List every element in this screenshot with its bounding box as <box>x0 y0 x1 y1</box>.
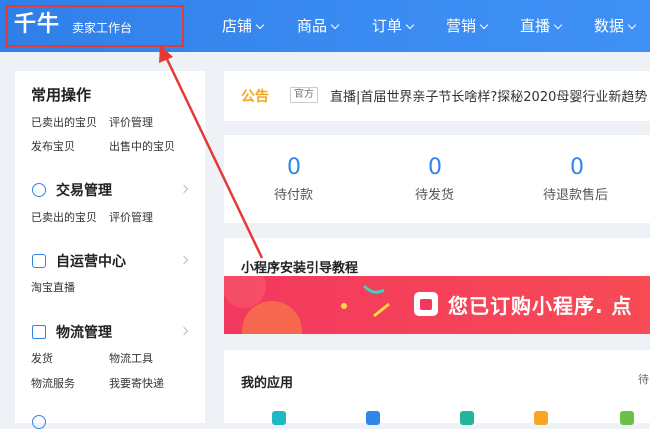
section-self-operation-center[interactable]: 自运营中心 <box>56 253 126 271</box>
link-logistics-service[interactable]: 物流服务 <box>31 377 75 391</box>
nav-item-shop[interactable]: 店铺 <box>222 16 265 36</box>
my-apps-title: 我的应用 <box>241 376 294 391</box>
chevron-down-icon <box>255 20 265 30</box>
chevron-right-icon[interactable] <box>179 184 189 194</box>
nav-item-live[interactable]: 直播 <box>520 16 563 36</box>
shopping-bag-icon <box>414 292 438 316</box>
sidebar: 常用操作 已卖出的宝贝 评价管理 发布宝贝 出售中的宝贝 交易管理 已卖出的宝贝… <box>15 71 205 429</box>
chevron-right-icon[interactable] <box>179 255 189 265</box>
notice-bar: 公告 官方 直播|首届世界亲子节长啥样?探秘2020母婴行业新趋势 <box>224 71 650 121</box>
stat-pending-shipment-value[interactable]: 0 <box>415 155 455 181</box>
link-send-express[interactable]: 我要寄快递 <box>109 377 164 391</box>
stat-pending-shipment-label[interactable]: 待发货 <box>415 188 454 204</box>
link-logistics-tools[interactable]: 物流工具 <box>109 352 153 366</box>
stat-pending-payment-value[interactable]: 0 <box>274 155 314 181</box>
common-operations-title: 常用操作 <box>31 86 92 104</box>
link-review-management[interactable]: 评价管理 <box>109 116 153 130</box>
stat-refund-value[interactable]: 0 <box>557 155 597 181</box>
mini-program-title: 小程序安装引导教程 <box>241 261 359 276</box>
notice-label: 公告 <box>241 89 269 105</box>
section-trade-management[interactable]: 交易管理 <box>56 182 112 200</box>
app-logo[interactable]: 千牛 <box>14 12 60 38</box>
link-publish-item[interactable]: 发布宝贝 <box>31 140 75 154</box>
chat-icon <box>32 254 46 268</box>
link-taobao-live[interactable]: 淘宝直播 <box>31 281 75 295</box>
my-apps-right-link[interactable]: 待 <box>638 373 649 387</box>
link-ship[interactable]: 发货 <box>31 352 53 366</box>
link-review-management-2[interactable]: 评价管理 <box>109 211 153 225</box>
chevron-down-icon <box>479 20 489 30</box>
mini-program-banner[interactable]: 您已订购小程序. 点 <box>224 276 650 334</box>
link-items-on-sale[interactable]: 出售中的宝贝 <box>109 140 175 154</box>
stat-pending-payment-label[interactable]: 待付款 <box>274 188 313 204</box>
notice-headline-link[interactable]: 直播|首届世界亲子节长啥样?探秘2020母婴行业新趋势 <box>330 86 647 105</box>
nav-item-marketing[interactable]: 营销 <box>446 16 489 36</box>
link-sold-items[interactable]: 已卖出的宝贝 <box>31 116 97 130</box>
top-header: 千牛 卖家工作台 店铺 商品 订单 营销 直播 数据 <box>0 0 650 52</box>
chevron-down-icon <box>330 20 340 30</box>
chevron-right-icon[interactable] <box>179 326 189 336</box>
nav-item-orders[interactable]: 订单 <box>372 16 415 36</box>
banner-text: 您已订购小程序. 点 <box>448 294 633 318</box>
chevron-down-icon <box>627 20 637 30</box>
link-sold-items-2[interactable]: 已卖出的宝贝 <box>31 211 97 225</box>
chevron-down-icon <box>553 20 563 30</box>
nav-item-data[interactable]: 数据 <box>594 16 637 36</box>
nav-item-goods[interactable]: 商品 <box>297 16 340 36</box>
section-logistics-management[interactable]: 物流管理 <box>56 324 112 342</box>
order-stats-card: 0 待付款 0 待发货 0 待退款售后 <box>224 135 650 223</box>
truck-icon <box>32 325 46 339</box>
notice-official-tag: 官方 <box>290 87 318 103</box>
my-apps-card: 我的应用 待 <box>224 350 650 425</box>
app-subtitle: 卖家工作台 <box>72 21 133 35</box>
yen-icon <box>32 183 46 197</box>
chevron-down-icon <box>405 20 415 30</box>
stat-refund-label[interactable]: 待退款售后 <box>543 188 608 204</box>
partial-section-icon <box>32 415 46 429</box>
